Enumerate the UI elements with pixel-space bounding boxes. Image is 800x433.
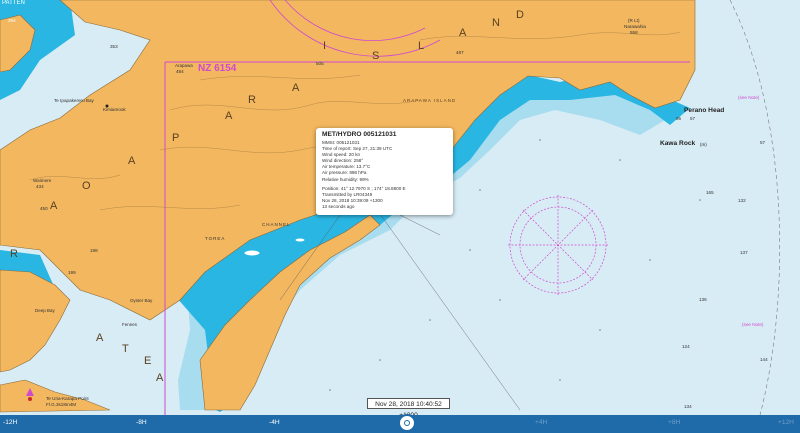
te-una-karapa-point-label: Te Una-Karapa Point — [46, 396, 89, 401]
waimere-height: 434 — [36, 184, 44, 189]
chart-id-label: NZ 6154 — [198, 63, 237, 74]
perano-head-label: Perano Head — [684, 107, 725, 114]
island-letter-n: N — [492, 17, 500, 29]
sounding-137: 137 — [740, 250, 748, 255]
sounding-124: 124 — [682, 344, 690, 349]
current-time-label: Nov 28, 2018 10:40:52 +1300 — [367, 398, 450, 419]
height-394: 394 — [8, 18, 16, 23]
height-199: 199 — [68, 270, 76, 275]
height-198: 198 — [90, 248, 98, 253]
fennes-label: Fennes — [122, 322, 138, 327]
height-57: 57 — [690, 116, 696, 121]
arapaoa-letter-6: O — [82, 180, 91, 192]
kimiamook-label: Kimiamook — [103, 107, 126, 112]
see-note-label-2: (see Note) — [742, 322, 764, 327]
ratea-letter-1: R — [10, 248, 18, 260]
popup-title: MET/HYDRO 005121031 — [322, 131, 397, 138]
sounding-136: 136 — [699, 297, 707, 302]
sounding-144: 144 — [760, 357, 768, 362]
island-letter-l: L — [418, 40, 425, 52]
arapaoa-letter-3: A — [225, 110, 233, 122]
sounding-134: 134 — [684, 404, 692, 409]
torea-label: TOREA — [205, 236, 226, 241]
timeline-tick-plus-4h[interactable]: +4H — [535, 419, 547, 426]
timeline-slider-handle[interactable] — [398, 414, 416, 432]
waimere-label: Waimere — [33, 178, 52, 183]
island-letter-d: D — [516, 9, 524, 21]
arapaoa-letter-7: A — [50, 200, 58, 212]
compass-rose-sea — [508, 195, 608, 295]
arapaoa-letter-5: A — [128, 155, 136, 167]
ratea-letter-5: A — [156, 372, 164, 384]
height-450: 450 — [40, 206, 48, 211]
ratea-letter-3: T — [122, 343, 129, 355]
timeline-tick-minus-4h[interactable]: -4H — [269, 419, 280, 426]
height-95: 95 — [676, 116, 682, 121]
arapaoa-letter-2: R — [248, 94, 256, 106]
oyster-bay-label: Oyster Bay — [130, 298, 153, 303]
rk-lt-label: (R Lt) — [628, 18, 640, 23]
met-hydro-info-popup[interactable]: MET/HYDRO 005121031 MMSI: 005121031 Time… — [316, 128, 453, 215]
ratea-letter-2: A — [96, 332, 104, 344]
island-letter-i: I — [323, 40, 327, 52]
islet-2 — [294, 237, 306, 243]
island-letter-a: A — [459, 27, 467, 39]
popup-ago: 13 seconds ago — [322, 203, 355, 209]
island-letter-s: S — [372, 50, 380, 62]
height-353: 353 — [110, 44, 118, 49]
te-ipapakereru-bay-label: Te Ipapakereru Bay — [54, 98, 94, 103]
narawahia-label: Narawahia — [624, 24, 646, 29]
arapawa-peak-label: Arapawa — [175, 63, 193, 68]
see-note-label-1: (see Note) — [738, 95, 760, 100]
timeline-tick-minus-8h[interactable]: -8H — [136, 419, 147, 426]
arapaoa-letter-1: A — [292, 82, 300, 94]
light-characteristic-label: Fl.G.3s18m4M — [46, 402, 77, 407]
timeline-tick-minus-12h[interactable]: -12H — [3, 419, 17, 426]
channel-label: CHANNEL — [262, 222, 291, 227]
arapaoa-letter-4: P — [172, 132, 180, 144]
islet-1 — [243, 249, 261, 257]
kawa-rock-depth: (m) — [700, 142, 707, 147]
narawahia-height: 558 — [630, 30, 638, 35]
height-487: 487 — [456, 50, 464, 55]
deep-bay-label: Deep Bay — [35, 308, 55, 313]
height-505: 505 — [316, 61, 324, 66]
patten-label: PATTEN — [2, 0, 25, 6]
kawa-rock-label: Kawa Rock — [660, 140, 696, 147]
sounding-132: 132 — [738, 198, 746, 203]
timeline-tick-plus-8h[interactable]: +8H — [668, 419, 680, 426]
sounding-57: 57 — [760, 140, 766, 145]
height-484: 484 — [176, 69, 184, 74]
sounding-165: 165 — [706, 190, 714, 195]
ratea-letter-4: E — [144, 355, 152, 367]
timeline-tick-plus-12h[interactable]: +12H — [778, 419, 794, 426]
arapawa-island-label: ARAPAWA ISLAND — [403, 98, 457, 103]
